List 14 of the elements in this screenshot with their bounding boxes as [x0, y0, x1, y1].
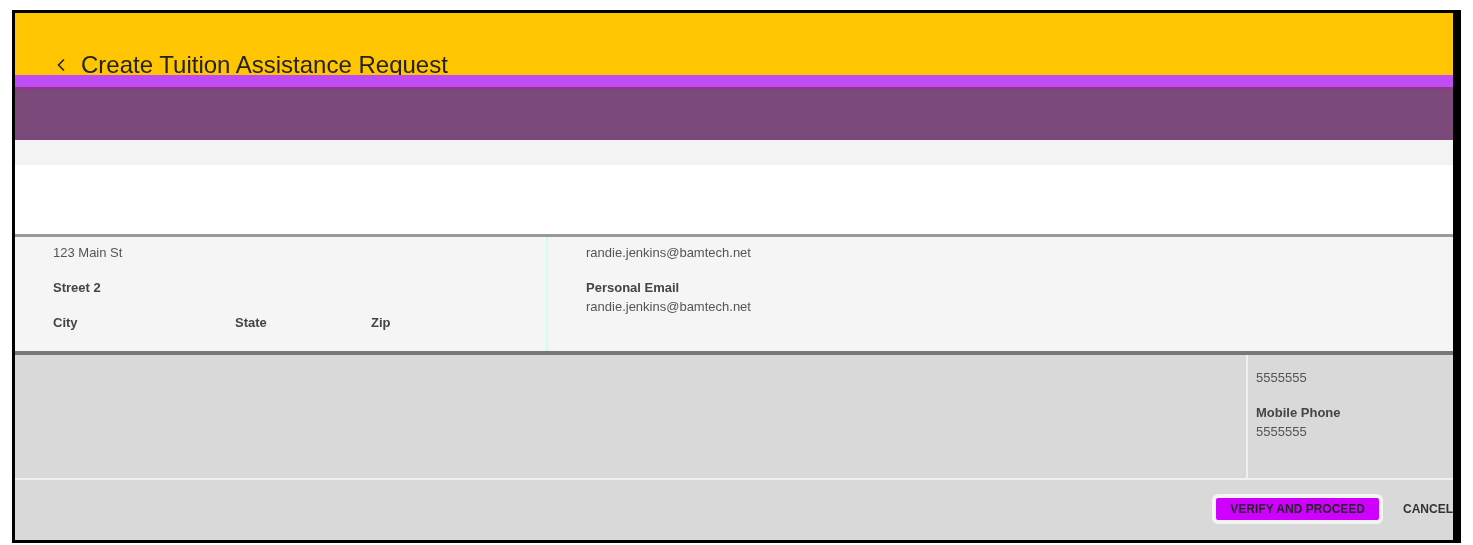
field-value: randie.jenkins@bamtech.net	[586, 299, 752, 314]
field-label: Zip	[371, 315, 392, 330]
field-value: 5555555	[1256, 424, 1308, 439]
field-label: Mobile Phone	[1256, 405, 1342, 420]
field-label: State	[235, 315, 268, 330]
page-title: Create Tuition Assistance Request	[81, 51, 448, 79]
field-label: Street 2	[53, 280, 102, 295]
field-label: Personal Email	[586, 280, 681, 295]
verify-button[interactable]: VERIFY AND PROCEED	[1212, 494, 1383, 524]
phone-value: 5555555	[1256, 370, 1308, 385]
field-label: City	[53, 315, 79, 330]
cancel-link[interactable]: CANCEL	[1403, 498, 1453, 520]
email-value: randie.jenkins@bamtech.net	[586, 245, 752, 260]
street-value: 123 Main St	[53, 245, 124, 260]
